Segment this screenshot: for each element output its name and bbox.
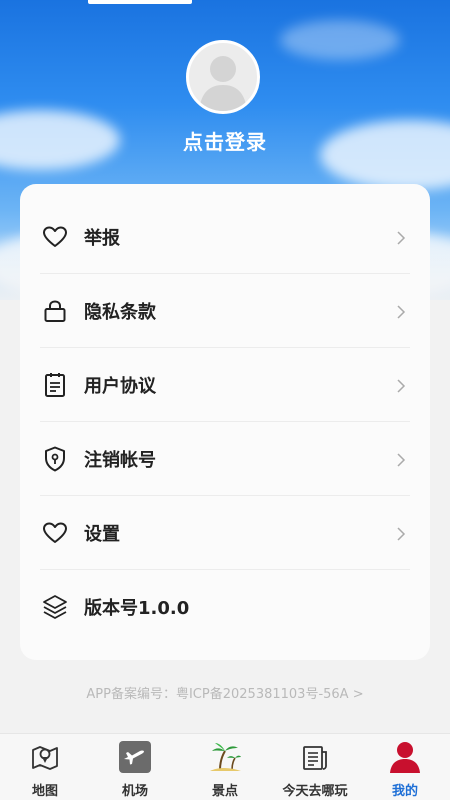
tab-label: 地图 <box>31 784 58 799</box>
menu-item-privacy[interactable]: 隐私条款 <box>40 274 410 348</box>
tab-label: 景点 <box>211 784 238 799</box>
avatar[interactable] <box>186 40 260 114</box>
tab-label: 今天去哪玩 <box>282 784 348 799</box>
menu-item-version: 版本号1.0.0 <box>40 570 410 644</box>
version-label: 版本号1.0.0 <box>84 598 190 619</box>
tab-label: 我的 <box>391 784 418 799</box>
menu-item-settings[interactable]: 设置 <box>40 496 410 570</box>
palm-tree-icon <box>208 740 242 774</box>
status-strip <box>88 0 192 4</box>
chevron-right-icon <box>394 230 408 245</box>
newspaper-icon <box>298 740 332 774</box>
user-icon <box>388 740 422 774</box>
bottom-tab-bar: 地图 机场 景点 今天去哪玩 我的 <box>0 733 450 800</box>
tab-label: 机场 <box>121 784 148 799</box>
login-link[interactable]: 点击登录 <box>0 126 450 155</box>
chevron-right-icon <box>394 304 408 319</box>
tab-where-to-go-today[interactable]: 今天去哪玩 <box>270 734 360 800</box>
tab-attractions[interactable]: 景点 <box>180 734 270 800</box>
menu-item-label: 设置 <box>84 523 120 545</box>
menu-card: 举报 隐私条款 用户协议 注销帐号 设置 版本号1.0.0 <box>20 184 430 660</box>
chevron-right-icon <box>394 452 408 467</box>
icp-record-link[interactable]: APP备案编号：粤ICP备2025381103号-56A > <box>0 683 450 702</box>
heart-icon <box>42 520 68 546</box>
chevron-right-icon <box>394 526 408 541</box>
menu-item-label: 举报 <box>84 227 120 249</box>
airplane-icon <box>118 740 152 774</box>
tab-map[interactable]: 地图 <box>0 734 90 800</box>
map-pin-icon <box>28 740 62 774</box>
menu-item-user-agreement[interactable]: 用户协议 <box>40 348 410 422</box>
menu-item-cancel-account[interactable]: 注销帐号 <box>40 422 410 496</box>
menu-item-label: 注销帐号 <box>84 449 156 471</box>
lock-icon <box>42 298 68 324</box>
shield-icon <box>42 446 68 472</box>
chevron-right-icon <box>394 378 408 393</box>
menu-item-report[interactable]: 举报 <box>40 200 410 274</box>
tab-airport[interactable]: 机场 <box>90 734 180 800</box>
document-icon <box>42 372 68 398</box>
menu-item-label: 用户协议 <box>84 375 156 397</box>
tab-mine[interactable]: 我的 <box>360 734 450 800</box>
menu-item-label: 隐私条款 <box>84 301 156 323</box>
layers-icon <box>42 594 68 620</box>
heart-icon <box>42 224 68 250</box>
